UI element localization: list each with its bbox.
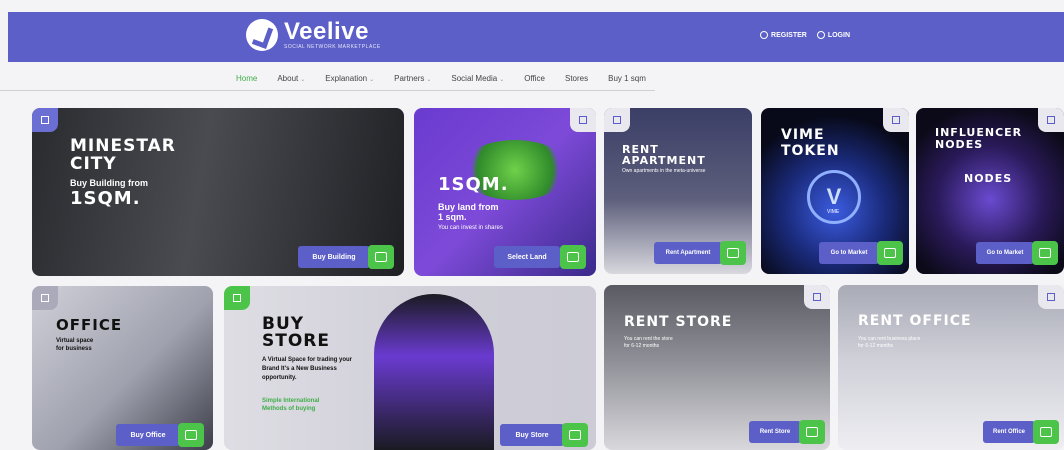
go-arrow-icon[interactable] bbox=[1032, 241, 1058, 265]
card-title: RENT OFFICE bbox=[858, 313, 972, 329]
card-title: OFFICE bbox=[56, 316, 123, 334]
building-icon bbox=[32, 108, 58, 132]
go-arrow-icon[interactable] bbox=[562, 423, 588, 447]
office-icon bbox=[1038, 285, 1064, 309]
card-highlight: 1SQM. bbox=[70, 188, 141, 209]
card-rent-office[interactable]: RENT OFFICE You can rent business place … bbox=[838, 285, 1064, 450]
token-icon bbox=[883, 108, 909, 132]
nav-social-media[interactable]: Social Media ⌄ bbox=[451, 74, 504, 83]
cart-icon bbox=[224, 286, 250, 310]
chevron-down-icon: ⌄ bbox=[300, 77, 306, 83]
nav-explanation[interactable]: Explanation ⌄ bbox=[325, 74, 374, 83]
go-arrow-icon[interactable] bbox=[560, 245, 586, 269]
card-subtitle: for business bbox=[56, 346, 92, 352]
card-title: MINESTAR bbox=[70, 136, 176, 156]
go-arrow-icon[interactable] bbox=[799, 420, 825, 444]
card-subtitle: Own apartments in the meta-universe bbox=[622, 168, 706, 174]
land-icon bbox=[570, 108, 596, 132]
buy-office-button[interactable]: Buy Office bbox=[116, 424, 180, 446]
nav-partners[interactable]: Partners ⌄ bbox=[394, 74, 431, 83]
card-buy-store[interactable]: BUY STORE A Virtual Space for trading yo… bbox=[224, 286, 596, 450]
nav-home[interactable]: Home bbox=[236, 74, 257, 83]
card-land[interactable]: 1SQM. Buy land from 1 sqm. You can inves… bbox=[414, 108, 596, 276]
card-title: 1SQM. bbox=[438, 174, 509, 195]
card-title: INFLUENCER bbox=[935, 126, 1023, 139]
coin-label: VIME bbox=[827, 209, 840, 215]
rent-office-button[interactable]: Rent Office bbox=[983, 421, 1035, 443]
go-arrow-icon[interactable] bbox=[178, 423, 204, 447]
vime-coin-icon: V bbox=[807, 170, 861, 224]
buy-building-button[interactable]: Buy Building bbox=[298, 246, 370, 268]
office-icon bbox=[32, 286, 58, 310]
card-subtitle: for 6-12 months bbox=[858, 343, 894, 349]
nav-buy-1sqm[interactable]: Buy 1 sqm bbox=[608, 74, 646, 83]
card-title: APARTMENT bbox=[622, 154, 706, 167]
go-arrow-icon[interactable] bbox=[368, 245, 394, 269]
card-subtitle: 1 sqm. bbox=[438, 212, 467, 222]
go-arrow-icon[interactable] bbox=[877, 241, 903, 265]
login-icon bbox=[816, 31, 825, 39]
chevron-down-icon: ⌄ bbox=[499, 77, 505, 83]
chevron-down-icon: ⌄ bbox=[426, 77, 432, 83]
go-arrow-icon[interactable] bbox=[1033, 420, 1059, 444]
brand-name: Veelive bbox=[284, 18, 369, 45]
card-subtitle: for 6-12 months bbox=[624, 343, 660, 349]
card-title: VIME bbox=[781, 127, 825, 143]
site-header: Veelive SOCIAL NETWORK MARKETPLACE REGIS… bbox=[8, 12, 1064, 62]
card-title: STORE bbox=[262, 331, 330, 351]
card-title: RENT STORE bbox=[624, 314, 733, 330]
card-subtitle: Virtual space bbox=[56, 338, 94, 344]
card-note: You can invest in shares bbox=[438, 225, 503, 231]
card-vime-token[interactable]: VIME TOKEN V VIME Go to Market bbox=[761, 108, 909, 274]
register-link[interactable]: REGISTER bbox=[760, 31, 807, 39]
card-highlight: Methods of buying bbox=[262, 406, 316, 412]
nodes-market-button[interactable]: Go to Market bbox=[976, 242, 1034, 264]
card-subtitle: A Virtual Space for trading your bbox=[262, 357, 353, 363]
select-land-button[interactable]: Select Land bbox=[494, 246, 560, 268]
home-icon bbox=[604, 108, 630, 132]
card-subtitle: You can rent the store bbox=[624, 336, 673, 342]
page: Veelive SOCIAL NETWORK MARKETPLACE REGIS… bbox=[0, 0, 1064, 450]
logo-icon bbox=[246, 19, 278, 51]
card-subtitle: Brand It's a New Business bbox=[262, 366, 337, 372]
card-minestar-city[interactable]: MINESTAR CITY Buy Building from 1SQM. Bu… bbox=[32, 108, 404, 276]
card-subtitle: opportunity. bbox=[262, 375, 297, 381]
card-highlight: Simple International bbox=[262, 398, 320, 404]
user-icon bbox=[760, 31, 769, 39]
main-nav: Home About ⌄ Explanation ⌄ Partners ⌄ Socia… bbox=[236, 74, 646, 83]
vime-market-button[interactable]: Go to Market bbox=[819, 242, 879, 264]
nav-divider bbox=[0, 90, 655, 91]
nodes-badge: NODES bbox=[964, 172, 1013, 185]
card-title: CITY bbox=[70, 154, 117, 174]
nodes-icon bbox=[1038, 108, 1064, 132]
store-character-image bbox=[374, 294, 494, 450]
chevron-down-icon: ⌄ bbox=[369, 77, 375, 83]
card-subtitle: You can rent business place bbox=[858, 336, 921, 342]
brand-logo[interactable]: Veelive SOCIAL NETWORK MARKETPLACE bbox=[246, 19, 381, 51]
go-arrow-icon[interactable] bbox=[720, 241, 746, 265]
buy-store-button[interactable]: Buy Store bbox=[500, 424, 564, 446]
card-office[interactable]: OFFICE Virtual space for business Buy Of… bbox=[32, 286, 213, 450]
brand-tagline: SOCIAL NETWORK MARKETPLACE bbox=[284, 44, 381, 50]
cart-icon bbox=[804, 285, 830, 309]
card-influencer-nodes[interactable]: INFLUENCER NODES NODES Go to Market bbox=[916, 108, 1064, 274]
card-title: NODES bbox=[935, 138, 984, 151]
rent-store-button[interactable]: Rent Store bbox=[749, 421, 801, 443]
card-title: TOKEN bbox=[781, 143, 840, 159]
nav-office[interactable]: Office bbox=[524, 74, 545, 83]
rent-apartment-button[interactable]: Rent Apartment bbox=[654, 242, 722, 264]
login-link[interactable]: LOGIN bbox=[816, 31, 850, 39]
nav-about[interactable]: About ⌄ bbox=[277, 74, 305, 83]
nav-stores[interactable]: Stores bbox=[565, 74, 588, 83]
card-rent-apartment[interactable]: RENT APARTMENT Own apartments in the met… bbox=[604, 108, 752, 274]
card-rent-store[interactable]: RENT STORE You can rent the store for 6-… bbox=[604, 285, 830, 450]
